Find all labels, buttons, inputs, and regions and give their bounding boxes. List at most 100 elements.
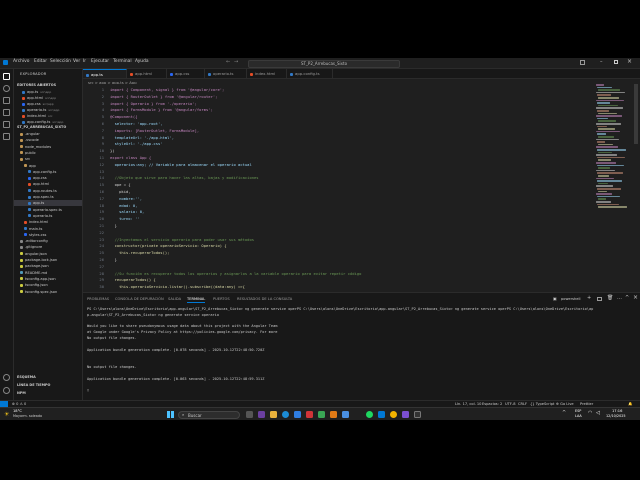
file-explorer-icon[interactable] bbox=[270, 411, 277, 418]
tree-item[interactable]: app.html bbox=[14, 181, 82, 187]
tree-item[interactable]: package-lock.json bbox=[14, 257, 82, 263]
tree-item[interactable]: app.css bbox=[14, 175, 82, 181]
tree-item[interactable]: tsconfig.app.json bbox=[14, 276, 82, 282]
back-arrow-icon[interactable]: ← bbox=[226, 59, 230, 65]
menu-terminal[interactable]: Terminal bbox=[113, 59, 132, 64]
explorer-icon[interactable] bbox=[3, 73, 10, 80]
timeline-header[interactable]: LÍNEA DE TIEMPO bbox=[17, 383, 50, 387]
code-line[interactable]: import { Operario } from './operario'; bbox=[110, 101, 197, 108]
code-line[interactable]: import { FormsModule } from '@angular/fo… bbox=[110, 107, 213, 114]
forward-arrow-icon[interactable]: → bbox=[234, 59, 238, 65]
menu-editar[interactable]: Editar bbox=[34, 59, 47, 64]
tree-item[interactable]: app.config.ts bbox=[14, 169, 82, 175]
panel-tab-output[interactable]: SALIDA bbox=[168, 297, 181, 301]
tree-item[interactable]: .vscode bbox=[14, 137, 82, 143]
code-line[interactable]: //Objeto que sirve para hacer las altas,… bbox=[110, 175, 259, 182]
editor-tab[interactable]: app.html bbox=[127, 69, 167, 78]
code-line[interactable]: operarios:any; // Variable para almacena… bbox=[110, 162, 252, 169]
app-purple-icon[interactable] bbox=[402, 411, 409, 418]
kill-terminal-icon[interactable]: 🗑 bbox=[607, 295, 613, 301]
code-line[interactable]: export class App { bbox=[110, 155, 151, 162]
tree-item[interactable]: app.spec.ts bbox=[14, 194, 82, 200]
source-control-icon[interactable] bbox=[3, 97, 10, 104]
tree-item[interactable]: app.ts bbox=[14, 200, 82, 207]
code-line[interactable]: pkid, bbox=[110, 189, 130, 196]
panel-tab-debug-console[interactable]: CONSOLA DE DEPURACIÓN bbox=[115, 297, 164, 301]
copilot-icon[interactable] bbox=[258, 411, 265, 418]
menu-ejecutar[interactable]: Ejecutar bbox=[91, 59, 109, 64]
tree-item[interactable]: angular.json bbox=[14, 251, 82, 257]
tree-item[interactable]: public bbox=[14, 150, 82, 156]
code-line[interactable]: selector: 'app-root', bbox=[110, 121, 163, 128]
code-line[interactable]: salario: 0, bbox=[110, 209, 144, 216]
lang-top[interactable]: ESP bbox=[575, 409, 581, 413]
tree-item[interactable]: tsconfig.json bbox=[14, 282, 82, 288]
tree-item[interactable]: node_modules bbox=[14, 144, 82, 150]
editor-tab[interactable]: app.config.ts bbox=[287, 69, 333, 78]
code-line[interactable]: nombre:'', bbox=[110, 196, 142, 203]
project-header[interactable]: ST_P2_ARREBUCAS_SIXTO bbox=[17, 125, 66, 129]
code-line[interactable]: turno: '' bbox=[110, 216, 140, 223]
minimap[interactable] bbox=[596, 84, 632, 214]
code-editor[interactable]: 1 import { Component, signal } from '@ang… bbox=[83, 84, 593, 316]
code-line[interactable]: } bbox=[110, 257, 117, 264]
extensions-icon[interactable] bbox=[3, 121, 10, 128]
app-red-icon[interactable] bbox=[306, 411, 313, 418]
tree-item[interactable]: tsconfig.spec.json bbox=[14, 289, 82, 295]
edge-icon[interactable] bbox=[282, 411, 289, 418]
code-line[interactable]: //Inyectamos el servicio operario para p… bbox=[110, 237, 254, 244]
run-debug-icon[interactable] bbox=[3, 109, 10, 116]
menu-ayuda[interactable]: Ayuda bbox=[135, 59, 149, 64]
tray-chevron-icon[interactable]: ^ bbox=[562, 410, 566, 416]
chrome-icon[interactable] bbox=[390, 411, 397, 418]
code-line[interactable]: this.recuperarTodos(); bbox=[110, 250, 169, 257]
tree-item[interactable]: package.json bbox=[14, 263, 82, 269]
tree-item[interactable]: src bbox=[14, 156, 82, 162]
tree-item[interactable]: .editorconfig bbox=[14, 238, 82, 244]
outline-header[interactable]: ESQUEMA bbox=[17, 375, 36, 379]
panel-tab-query-results[interactable]: RESULTADOS DE LA CONSULTA bbox=[237, 297, 292, 301]
app-green-icon[interactable] bbox=[318, 411, 325, 418]
minimize-icon[interactable]: – bbox=[600, 59, 603, 65]
code-line[interactable]: @Component({ bbox=[110, 114, 137, 121]
terminal-shell-label[interactable]: powershell bbox=[561, 297, 580, 301]
panel-tab-problems[interactable]: PROBLEMAS bbox=[87, 297, 109, 301]
code-line[interactable]: this.operarioServicio.listar().subscribe… bbox=[110, 284, 245, 291]
more-actions-icon[interactable]: … bbox=[617, 295, 622, 301]
app-blue-icon[interactable] bbox=[342, 411, 349, 418]
layout-icon[interactable] bbox=[580, 60, 585, 65]
menu-archivo[interactable]: Archivo bbox=[13, 59, 29, 64]
volume-icon[interactable]: ◁ bbox=[596, 410, 600, 416]
clock-date[interactable]: 12/10/2025 bbox=[606, 414, 626, 418]
tree-item[interactable]: README.md bbox=[14, 270, 82, 276]
tree-item[interactable]: app bbox=[14, 163, 82, 169]
code-line[interactable]: templateUrl: './app.html', bbox=[110, 135, 174, 142]
weather-temp[interactable]: 18°C bbox=[13, 409, 22, 413]
close-panel-icon[interactable]: × bbox=[633, 294, 638, 301]
editor-tab[interactable]: app.ts bbox=[83, 69, 127, 78]
spotify-icon[interactable] bbox=[366, 411, 373, 418]
start-windows-icon[interactable] bbox=[167, 411, 174, 418]
tree-item[interactable]: index.html bbox=[14, 219, 82, 225]
open-editors-header[interactable]: EDITORES ABIERTOS bbox=[17, 83, 56, 87]
remote-explorer-icon[interactable] bbox=[3, 133, 10, 140]
task-view-icon[interactable] bbox=[246, 411, 253, 418]
maximize-panel-icon[interactable]: ^ bbox=[625, 295, 629, 301]
code-line[interactable]: import { RouterOutlet } from '@angular/r… bbox=[110, 94, 217, 101]
tree-item[interactable]: operario.ts bbox=[14, 213, 82, 219]
code-line[interactable]: }) bbox=[110, 148, 115, 155]
editor-tab[interactable]: operario.ts bbox=[205, 69, 247, 78]
tree-item[interactable]: app.routes.ts bbox=[14, 188, 82, 194]
maximize-icon[interactable] bbox=[614, 60, 618, 64]
tree-item[interactable]: main.ts bbox=[14, 226, 82, 232]
weather-icon[interactable]: ☀ bbox=[4, 411, 9, 418]
taskbar-search-box[interactable]: ⌕ Buscar bbox=[178, 410, 240, 419]
terminal-app-icon[interactable] bbox=[414, 411, 421, 418]
command-center-search[interactable]: ST_P2_Arrebucas_Sixto bbox=[248, 59, 400, 68]
code-line[interactable]: edad: 0, bbox=[110, 203, 137, 210]
app-orange-icon[interactable] bbox=[330, 411, 337, 418]
wifi-icon[interactable]: ◠ bbox=[588, 410, 592, 416]
manage-gear-icon[interactable] bbox=[3, 387, 10, 394]
tree-item[interactable]: styles.css bbox=[14, 232, 82, 238]
menu-ir[interactable]: Ir bbox=[83, 59, 86, 64]
